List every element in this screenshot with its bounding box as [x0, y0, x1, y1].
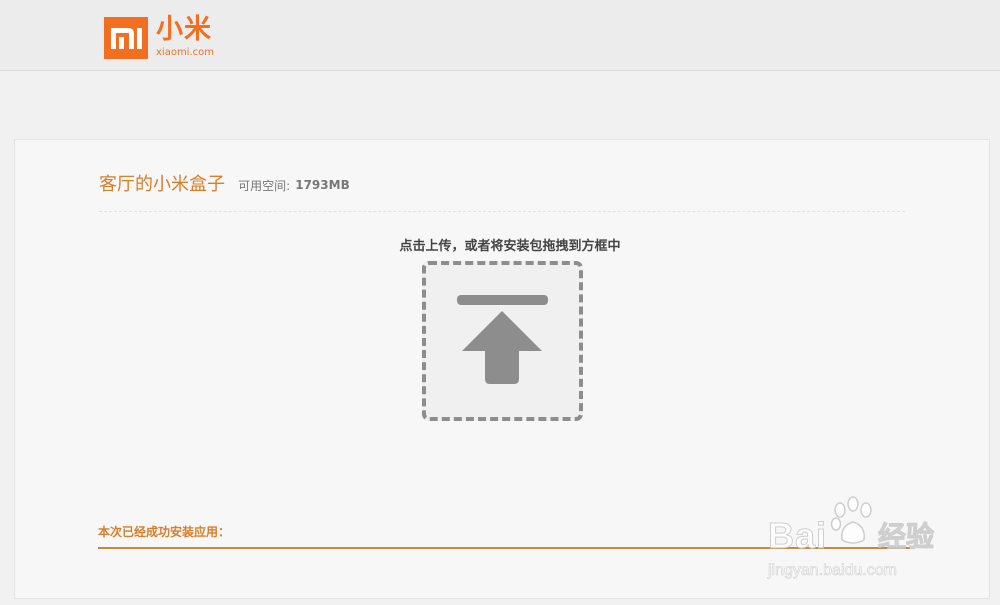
mi-logo-icon — [104, 17, 148, 59]
installed-apps-label: 本次已经成功安装应用： — [98, 525, 231, 539]
title-divider — [99, 211, 905, 212]
device-title-row: 客厅的小米盒子 可用空间: 1793MB — [99, 170, 350, 200]
watermark-brand: Bai — [767, 515, 828, 556]
logo-chinese-text: 小米 — [156, 14, 212, 45]
baidu-jingyan-watermark: Bai 经验 jingyan.baidu.com — [760, 490, 990, 590]
baidu-paw-icon — [830, 496, 872, 544]
device-name: 客厅的小米盒子 — [99, 174, 225, 195]
watermark-url: jingyan.baidu.com — [768, 562, 898, 580]
top-bar: 小米 xiaomi.com — [0, 0, 1000, 71]
upload-dropzone[interactable] — [422, 261, 583, 421]
available-space-value: 1793MB — [295, 178, 350, 192]
xiaomi-logo[interactable]: 小米 xiaomi.com — [104, 14, 234, 60]
upload-hint: 点击上传，或者将安装包拖拽到方框中 — [399, 239, 621, 254]
available-space-label: 可用空间: — [238, 178, 291, 193]
logo-domain-text: xiaomi.com — [156, 47, 214, 58]
watermark-suffix: 经验 — [877, 520, 935, 554]
upload-arrow-icon — [457, 295, 548, 384]
